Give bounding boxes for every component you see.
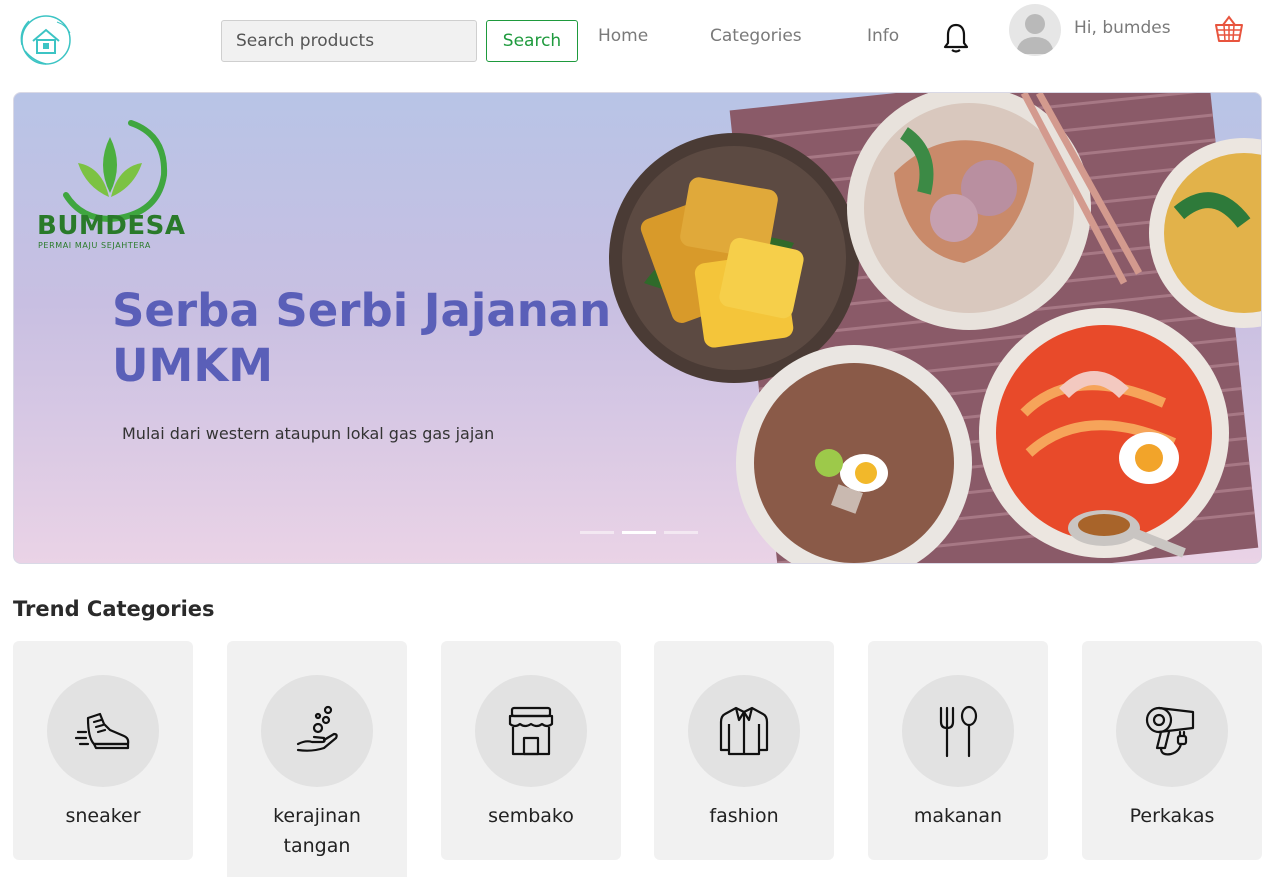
avatar[interactable] [1009,4,1061,56]
user-greeting[interactable]: Hi, bumdes [1074,18,1171,38]
category-card-makanan[interactable]: makanan [868,641,1048,860]
category-label: kerajinan tangan [273,805,361,857]
banner-subtitle: Mulai dari western ataupun lokal gas gas… [122,424,495,443]
carousel-dot[interactable] [664,531,698,534]
category-icon-circle [688,675,800,787]
nav-info[interactable]: Info [867,26,899,46]
category-label: makanan [913,805,1003,827]
hair-dryer-icon [1145,706,1195,756]
carousel-indicators [580,531,698,534]
banner-title-line: UMKM [112,339,273,392]
category-card-perkakas[interactable]: Perkakas [1082,641,1262,860]
bumdes-logo-icon[interactable] [13,11,79,69]
brand-name: BUMDESA [37,211,186,241]
nav-home[interactable]: Home [598,26,648,46]
user-placeholder-icon [1016,14,1054,54]
category-icon-circle [902,675,1014,787]
category-label: fashion [709,805,779,827]
basket-icon[interactable] [1213,14,1245,44]
jacket-icon [719,706,769,756]
bell-icon[interactable] [941,22,971,54]
brand-tagline: PERMAI MAJU SEJAHTERA [38,241,151,250]
promo-banner[interactable]: BUMDESA PERMAI MAJU SEJAHTERA Serba Serb… [13,92,1262,564]
search-input[interactable] [221,20,477,62]
category-label: Perkakas [1129,805,1215,827]
category-icon-circle [261,675,373,787]
food-illustration [609,93,1261,563]
search-button[interactable]: Search [486,20,578,62]
section-title-trend-categories: Trend Categories [13,597,215,621]
nav-categories[interactable]: Categories [710,26,802,46]
category-icon-circle [1116,675,1228,787]
banner-title-line: Serba Serbi Jajanan [112,284,612,337]
carousel-dot-active[interactable] [622,531,656,534]
handcraft-icon [296,705,338,752]
category-label: sneaker [65,805,141,827]
carousel-dot[interactable] [580,531,614,534]
store-icon [508,706,554,756]
category-label: sembako [488,805,574,827]
category-card-sembako[interactable]: sembako [441,641,621,860]
sneaker-icon [74,712,130,750]
category-icon-circle [475,675,587,787]
category-card-sneaker[interactable]: sneaker [13,641,193,860]
category-icon-circle [47,675,159,787]
category-card-fashion[interactable]: fashion [654,641,834,860]
banner-title: Serba Serbi Jajanan UMKM [112,283,632,393]
category-card-kerajinan-tangan[interactable]: kerajinan tangan [227,641,407,877]
fork-spoon-icon [939,705,978,758]
